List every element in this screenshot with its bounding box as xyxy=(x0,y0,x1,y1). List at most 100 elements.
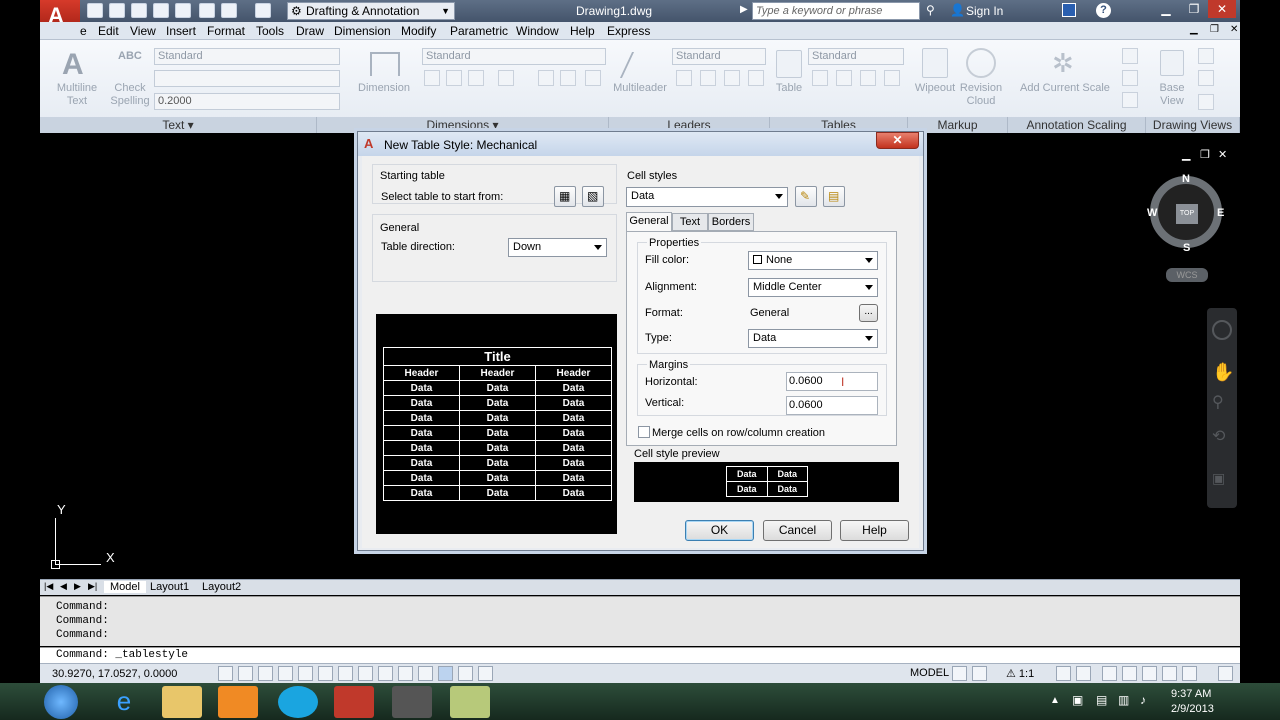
menu-tools[interactable]: Tools xyxy=(256,24,284,38)
auto-scale-icon[interactable] xyxy=(1076,666,1091,681)
tab-last-icon[interactable]: ▶| xyxy=(88,581,97,592)
tab-model[interactable]: Model xyxy=(104,581,146,593)
tab-text[interactable]: Text xyxy=(672,213,708,231)
snap-mode-icon[interactable] xyxy=(238,666,253,681)
multileader-icon[interactable] xyxy=(619,52,659,78)
zoom-icon[interactable]: ⚲ xyxy=(1212,392,1224,412)
type-select[interactable]: Data xyxy=(748,329,878,348)
table-tool-2-icon[interactable] xyxy=(836,70,852,86)
undo-icon[interactable] xyxy=(221,3,237,18)
grid-display-icon[interactable] xyxy=(258,666,273,681)
tray-network-device-icon[interactable]: ▤ xyxy=(1096,693,1107,707)
tab-prev-icon[interactable]: ◀ xyxy=(60,581,67,592)
clock-date[interactable]: 2/9/2013 xyxy=(1171,703,1214,715)
dimension-icon[interactable] xyxy=(370,52,400,76)
print-icon[interactable] xyxy=(199,3,215,18)
steering-wheel-icon[interactable] xyxy=(1212,320,1232,340)
menu-file-partial[interactable]: e xyxy=(80,24,87,38)
cell-style-select[interactable]: Data xyxy=(626,187,788,207)
help-icon[interactable]: ? xyxy=(1096,3,1111,18)
volume-icon[interactable]: ♪ xyxy=(1140,693,1146,707)
format-browse-button[interactable]: ... xyxy=(859,304,878,322)
annotation-visibility-icon[interactable] xyxy=(1056,666,1071,681)
quick-view-layouts-icon[interactable] xyxy=(952,666,967,681)
dialog-titlebar[interactable]: A New Table Style: Mechanical ✕ xyxy=(358,132,923,156)
start-button[interactable] xyxy=(44,685,78,719)
doc-minimize-icon[interactable]: ▁ xyxy=(1190,24,1198,35)
wipeout-icon[interactable] xyxy=(922,48,948,78)
command-input[interactable]: Command: _tablestyle xyxy=(40,647,1240,663)
minimize-icon[interactable]: ▁ xyxy=(1152,0,1180,18)
toolbar-lock-icon[interactable] xyxy=(1122,666,1137,681)
add-current-scale-button[interactable]: Add Current Scale xyxy=(1018,82,1112,94)
binoculars-icon[interactable]: ⚲ xyxy=(926,3,935,17)
fill-color-select[interactable]: None xyxy=(748,251,878,270)
multileader-button[interactable]: Multileader xyxy=(610,82,670,94)
view-tool-2-icon[interactable] xyxy=(1198,70,1214,86)
doc-close-icon[interactable]: ✕ xyxy=(1230,24,1238,35)
revision-cloud-button[interactable]: Revision Cloud xyxy=(956,82,1006,108)
menu-view[interactable]: View xyxy=(130,24,156,38)
merge-cells-checkbox[interactable] xyxy=(638,426,650,438)
restore-icon[interactable]: ❐ xyxy=(1180,0,1208,18)
tab-first-icon[interactable]: |◀ xyxy=(44,581,53,592)
menu-modify[interactable]: Modify xyxy=(401,24,436,38)
cancel-button[interactable]: Cancel xyxy=(763,520,832,541)
drawing-views-panel-title[interactable]: Drawing Views xyxy=(1146,117,1240,133)
polar-tracking-icon[interactable] xyxy=(298,666,313,681)
tab-general[interactable]: General xyxy=(626,212,672,231)
multiline-text-button[interactable]: Multiline Text xyxy=(48,82,106,108)
autocad-taskbar-icon[interactable] xyxy=(334,686,374,718)
leader-tool-1-icon[interactable] xyxy=(676,70,692,86)
transparency-icon[interactable] xyxy=(438,666,453,681)
vertical-margin-input[interactable]: 0.0600 xyxy=(786,396,878,415)
workspace-switching-icon[interactable] xyxy=(1102,666,1117,681)
explorer-icon[interactable] xyxy=(162,686,202,718)
isolate-objects-icon[interactable] xyxy=(1162,666,1177,681)
model-space-toggle[interactable]: MODEL xyxy=(910,667,949,679)
revision-cloud-icon[interactable] xyxy=(966,48,996,78)
compass-south[interactable]: S xyxy=(1183,242,1190,254)
orbit-icon[interactable]: ⟲ xyxy=(1212,426,1225,446)
sign-in-button[interactable]: Sign In xyxy=(966,4,1003,18)
dimension-style-combo[interactable]: Standard xyxy=(422,48,606,65)
infer-constraints-icon[interactable] xyxy=(218,666,233,681)
compass-north[interactable]: N xyxy=(1182,173,1190,185)
leader-tool-2-icon[interactable] xyxy=(700,70,716,86)
menu-format[interactable]: Format xyxy=(207,24,245,38)
tab-borders[interactable]: Borders xyxy=(708,213,754,231)
save-as-icon[interactable] xyxy=(153,3,169,18)
text-style-combo[interactable]: Standard xyxy=(154,48,340,65)
text-panel-title[interactable]: Text ▾ xyxy=(40,117,317,133)
selection-cycling-icon[interactable] xyxy=(478,666,493,681)
dim-tool-4-icon[interactable] xyxy=(498,70,514,86)
lineweight-icon[interactable] xyxy=(418,666,433,681)
tab-layout1[interactable]: Layout1 xyxy=(150,581,189,593)
wcs-menu[interactable]: WCS xyxy=(1166,268,1208,282)
clean-screen-icon[interactable] xyxy=(1218,666,1233,681)
osnap-tracking-icon[interactable] xyxy=(358,666,373,681)
check-spelling-button[interactable]: Check Spelling xyxy=(108,82,152,108)
table-tool-1-icon[interactable] xyxy=(812,70,828,86)
dim-tool-2-icon[interactable] xyxy=(446,70,462,86)
menu-dimension[interactable]: Dimension xyxy=(334,24,391,38)
compass-east[interactable]: E xyxy=(1217,207,1224,219)
workspace-dropdown[interactable]: ⚙ Drafting & Annotation ▼ xyxy=(287,2,455,20)
base-view-button[interactable]: Base View xyxy=(1152,82,1192,108)
annot-tool-2-icon[interactable] xyxy=(1122,70,1138,86)
quick-properties-icon[interactable] xyxy=(458,666,473,681)
annotation-scaling-panel-title[interactable]: Annotation Scaling xyxy=(1008,117,1146,133)
dynamic-input-icon[interactable] xyxy=(398,666,413,681)
status-menu-icon[interactable] xyxy=(1182,666,1197,681)
select-table-button[interactable]: ▦ xyxy=(554,186,576,207)
text-height-combo[interactable]: 0.2000 xyxy=(154,93,340,110)
coordinates-readout[interactable]: 30.9270, 17.0527, 0.0000 xyxy=(52,668,177,680)
3d-osnap-icon[interactable] xyxy=(338,666,353,681)
dialog-close-button[interactable]: ✕ xyxy=(876,132,919,149)
tab-next-icon[interactable]: ▶ xyxy=(74,581,81,592)
publish-icon[interactable] xyxy=(175,3,191,18)
view-tool-3-icon[interactable] xyxy=(1198,94,1214,110)
view-tool-1-icon[interactable] xyxy=(1198,48,1214,64)
search-input[interactable]: Type a keyword or phrase xyxy=(752,2,920,20)
annot-tool-3-icon[interactable] xyxy=(1122,92,1138,108)
